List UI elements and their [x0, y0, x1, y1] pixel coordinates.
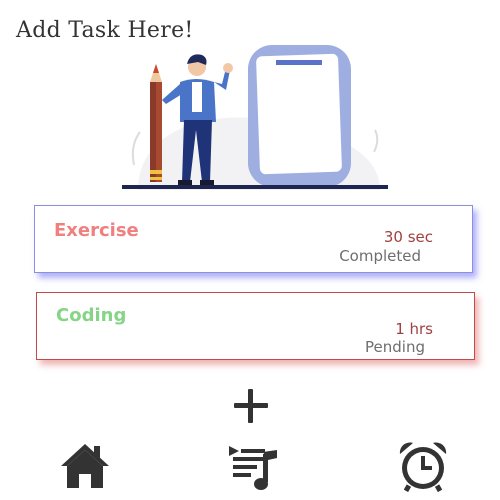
home-icon[interactable]	[59, 440, 111, 492]
alarm-clock-icon[interactable]	[397, 440, 449, 492]
task-status: Completed	[339, 247, 421, 265]
task-duration: 1 hrs	[395, 320, 433, 338]
task-status: Pending	[365, 338, 425, 356]
task-name: Coding	[56, 305, 127, 326]
task-illustration	[122, 45, 388, 190]
task-card-coding[interactable]: Coding 1 hrs Pending	[36, 292, 475, 360]
task-duration: 30 sec	[383, 228, 433, 246]
add-task-button[interactable]	[234, 389, 268, 423]
task-list-icon[interactable]	[227, 440, 279, 492]
app-screen: Add Task Here! Exercise 30 sec Completed…	[0, 0, 500, 500]
task-name: Exercise	[54, 220, 139, 241]
task-card-exercise[interactable]: Exercise 30 sec Completed	[34, 205, 473, 273]
